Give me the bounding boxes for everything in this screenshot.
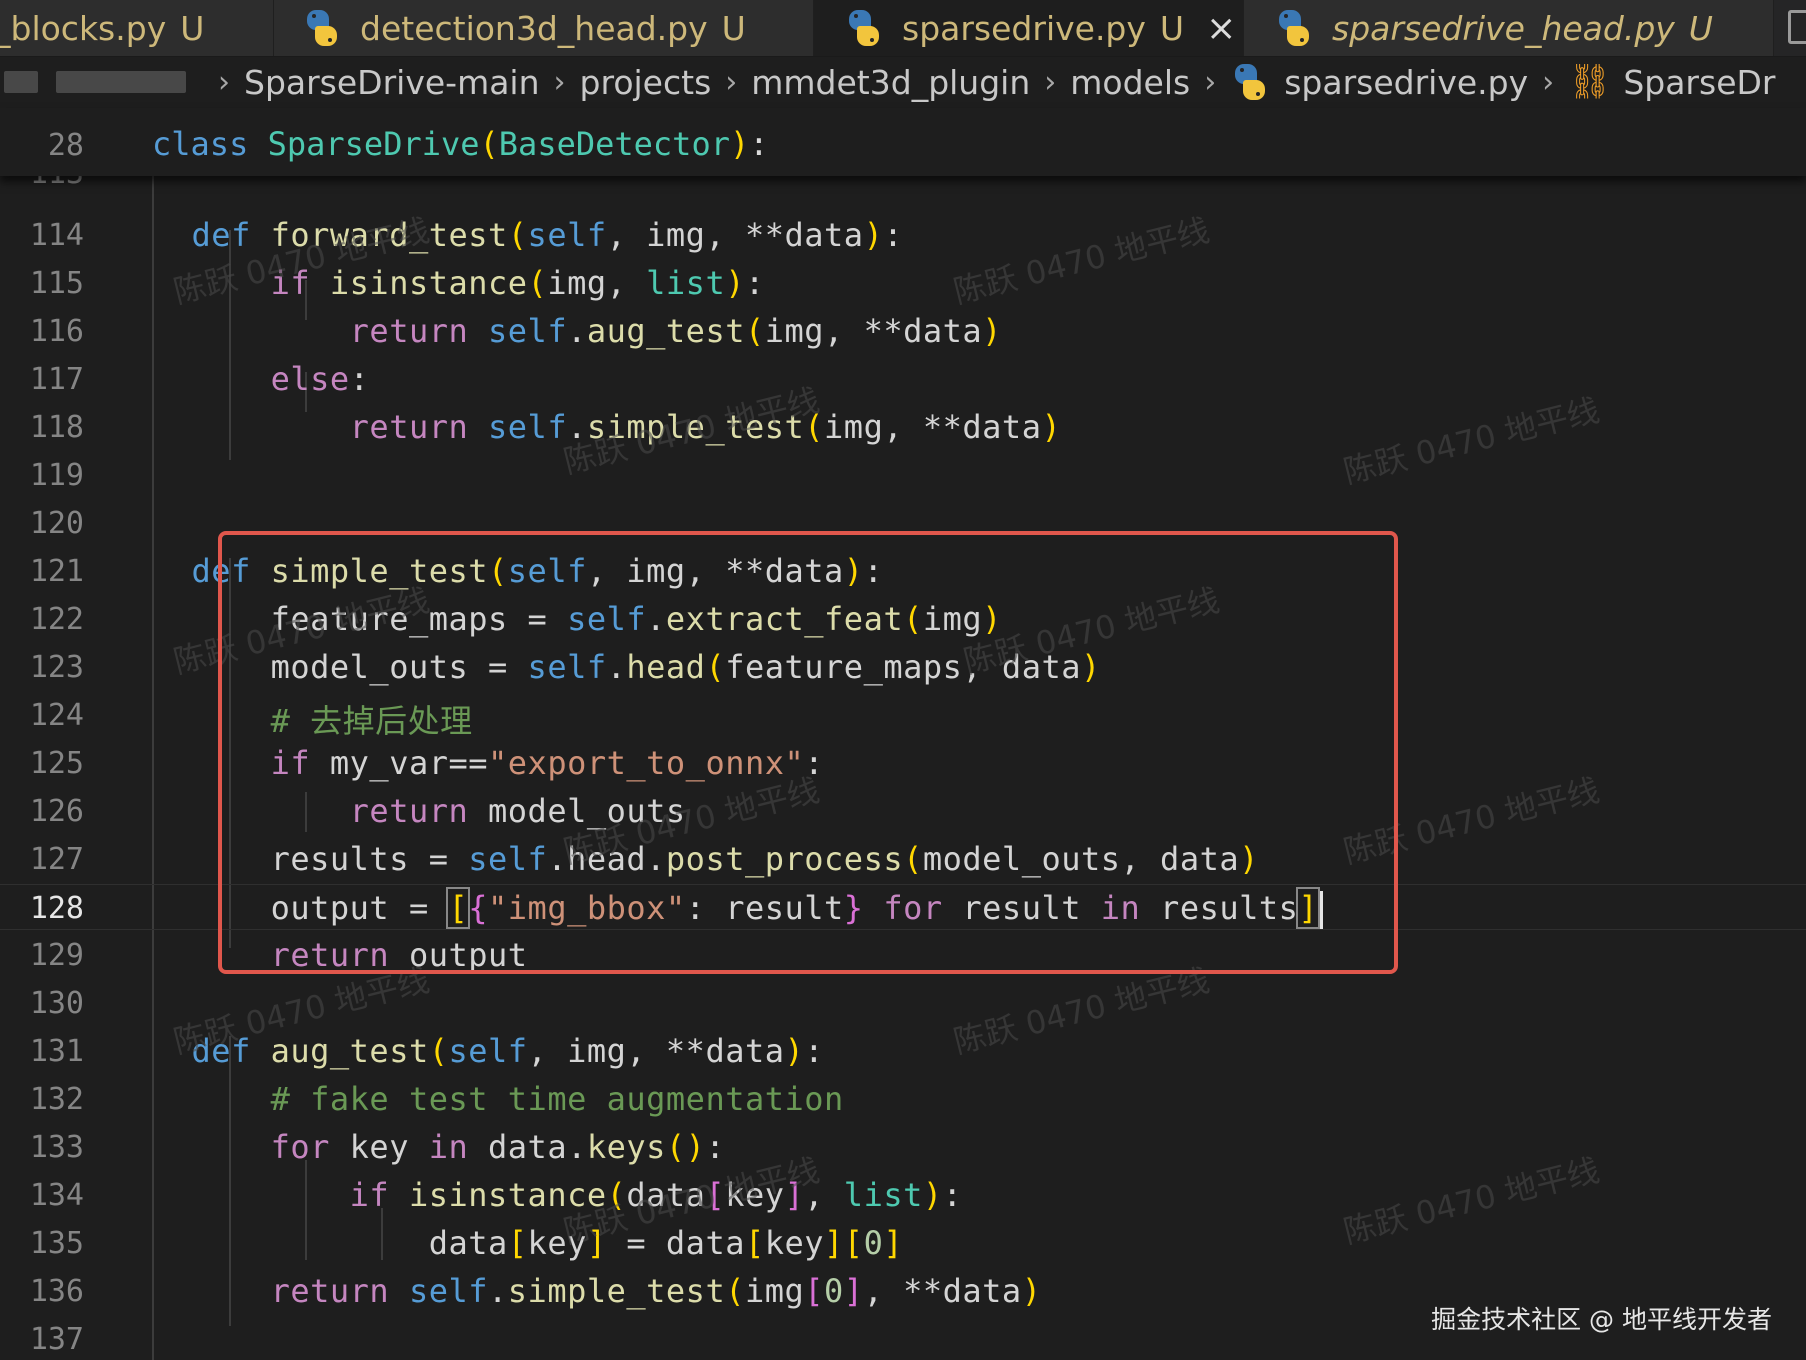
line-number: 115	[29, 266, 84, 301]
sticky-scroll-class-line[interactable]: 28 class SparseDrive(BaseDetector):	[0, 108, 1806, 176]
line-number: 130	[29, 986, 84, 1021]
line-number: 123	[29, 650, 84, 685]
code-text: if isinstance(data[key], list):	[349, 1176, 963, 1214]
line-number: 119	[29, 458, 84, 493]
code-text: for key in data.keys():	[270, 1128, 726, 1166]
code-editor[interactable]: 113 114 def forward_test(self, img, **da…	[0, 176, 1806, 1360]
symbol-class-icon: ⛓	[1568, 62, 1612, 102]
code-line[interactable]: 116 return self.aug_test(img, **data)	[0, 308, 1806, 354]
tab-filename: sparsedrive.py	[902, 8, 1146, 48]
code-text: def aug_test(self, img, **data):	[191, 1032, 825, 1070]
code-line[interactable]: 115 if isinstance(img, list):	[0, 260, 1806, 306]
code-text: if isinstance(img, list):	[270, 264, 765, 302]
line-number: 113	[0, 176, 84, 191]
close-icon[interactable]: ×	[1206, 8, 1236, 49]
breadcrumb-item[interactable]: projects	[580, 63, 712, 102]
redacted-path	[4, 71, 38, 93]
line-number: 122	[29, 602, 84, 637]
code-line[interactable]: 130	[0, 980, 1806, 1026]
redacted-path	[56, 71, 186, 93]
breadcrumb-item[interactable]: sparsedrive.py	[1284, 63, 1528, 102]
breadcrumb-item[interactable]: SparseDrive-main	[244, 63, 540, 102]
chevron-right-icon: ›	[218, 64, 230, 100]
line-number: 28	[47, 128, 84, 163]
code-text: # fake test time augmentation	[152, 1080, 844, 1118]
line-number: 137	[29, 1322, 84, 1357]
base-class-name: BaseDetector	[498, 125, 730, 163]
credit-caption: 掘金技术社区 @ 地平线开发者	[1431, 1305, 1772, 1334]
code-text: return self.aug_test(img, **data)	[349, 312, 1002, 350]
code-line[interactable]: 134 if isinstance(data[key], list):	[0, 1172, 1806, 1218]
code-line[interactable]: 119	[0, 452, 1806, 498]
chevron-right-icon: ›	[1204, 64, 1217, 100]
tab-status-badge: U	[180, 8, 205, 48]
tab-filename: _blocks.py	[0, 8, 167, 48]
keyword: class	[152, 125, 249, 163]
python-icon	[1230, 62, 1270, 102]
number-literal: 0	[824, 1272, 844, 1310]
code-line[interactable]: 118 return self.simple_test(img, **data)	[0, 404, 1806, 450]
breadcrumb-item[interactable]: SparseDr	[1623, 63, 1775, 102]
annotation-highlight-box	[218, 531, 1398, 974]
code-comment: # fake test time augmentation	[270, 1080, 844, 1118]
breadcrumb-item[interactable]: mmdet3d_plugin	[751, 63, 1030, 102]
class-name: SparseDrive	[267, 125, 480, 163]
chevron-right-icon: ›	[1542, 64, 1555, 100]
chevron-right-icon: ›	[725, 64, 738, 100]
python-icon	[1274, 8, 1314, 48]
code-line[interactable]: 113	[0, 176, 1806, 196]
sticky-code: class SparseDrive(BaseDetector):	[152, 125, 769, 163]
split-editor-icon[interactable]	[1788, 10, 1806, 44]
breadcrumb: › SparseDrive-main › projects › mmdet3d_…	[0, 57, 1806, 107]
python-icon	[302, 8, 342, 48]
tab-status-badge: U	[1159, 8, 1185, 48]
code-line[interactable]: 131 def aug_test(self, img, **data):	[0, 1028, 1806, 1074]
line-number: 126	[29, 794, 84, 829]
code-line[interactable]: 135 data[key] = data[key][0]	[0, 1220, 1806, 1266]
chevron-right-icon: ›	[553, 64, 566, 100]
line-number: 116	[29, 314, 84, 349]
line-number: 128	[29, 891, 84, 926]
line-number: 136	[29, 1274, 84, 1309]
line-number: 117	[29, 362, 84, 397]
tab-sparsedrive[interactable]: sparsedrive.py U ×	[814, 0, 1244, 56]
code-line[interactable]: 117 else:	[0, 356, 1806, 402]
python-icon	[844, 8, 884, 48]
editor-tab-bar: _blocks.py U detection3d_head.py U spars…	[0, 0, 1806, 57]
code-text: data[key] = data[key][0]	[152, 1224, 904, 1262]
line-number: 129	[29, 938, 84, 973]
chevron-right-icon: ›	[1044, 64, 1057, 100]
code-text: return self.simple_test(img, **data)	[349, 408, 1062, 446]
tab-filename: detection3d_head.py	[360, 8, 708, 48]
line-number: 118	[29, 410, 84, 445]
code-line[interactable]: 133 for key in data.keys():	[0, 1124, 1806, 1170]
line-number: 134	[29, 1178, 84, 1213]
tab-detection3d-head[interactable]: detection3d_head.py U	[274, 0, 814, 56]
tab-filename: sparsedrive_head.py	[1332, 8, 1675, 48]
line-number: 133	[29, 1130, 84, 1165]
tab-status-badge: U	[1688, 8, 1713, 48]
line-number: 125	[29, 746, 84, 781]
code-text: else:	[270, 360, 370, 398]
line-number: 121	[29, 554, 84, 589]
line-number: 127	[29, 842, 84, 877]
number-literal: 0	[863, 1224, 884, 1262]
code-line[interactable]: 114 def forward_test(self, img, **data):	[0, 212, 1806, 258]
line-number: 114	[29, 218, 84, 253]
code-text: return self.simple_test(img[0], **data)	[270, 1272, 1042, 1310]
tab-sparsedrive-head[interactable]: sparsedrive_head.py U	[1244, 0, 1774, 56]
code-line[interactable]: 132 # fake test time augmentation	[0, 1076, 1806, 1122]
line-number: 132	[29, 1082, 84, 1117]
breadcrumb-item[interactable]: models	[1070, 63, 1190, 102]
line-number: 120	[29, 506, 84, 541]
tab-status-badge: U	[721, 8, 746, 48]
line-number: 124	[29, 698, 84, 733]
line-number: 135	[29, 1226, 84, 1261]
code-text: def forward_test(self, img, **data):	[191, 216, 904, 254]
tab-blocks[interactable]: _blocks.py U	[0, 0, 274, 56]
line-number: 131	[29, 1034, 84, 1069]
